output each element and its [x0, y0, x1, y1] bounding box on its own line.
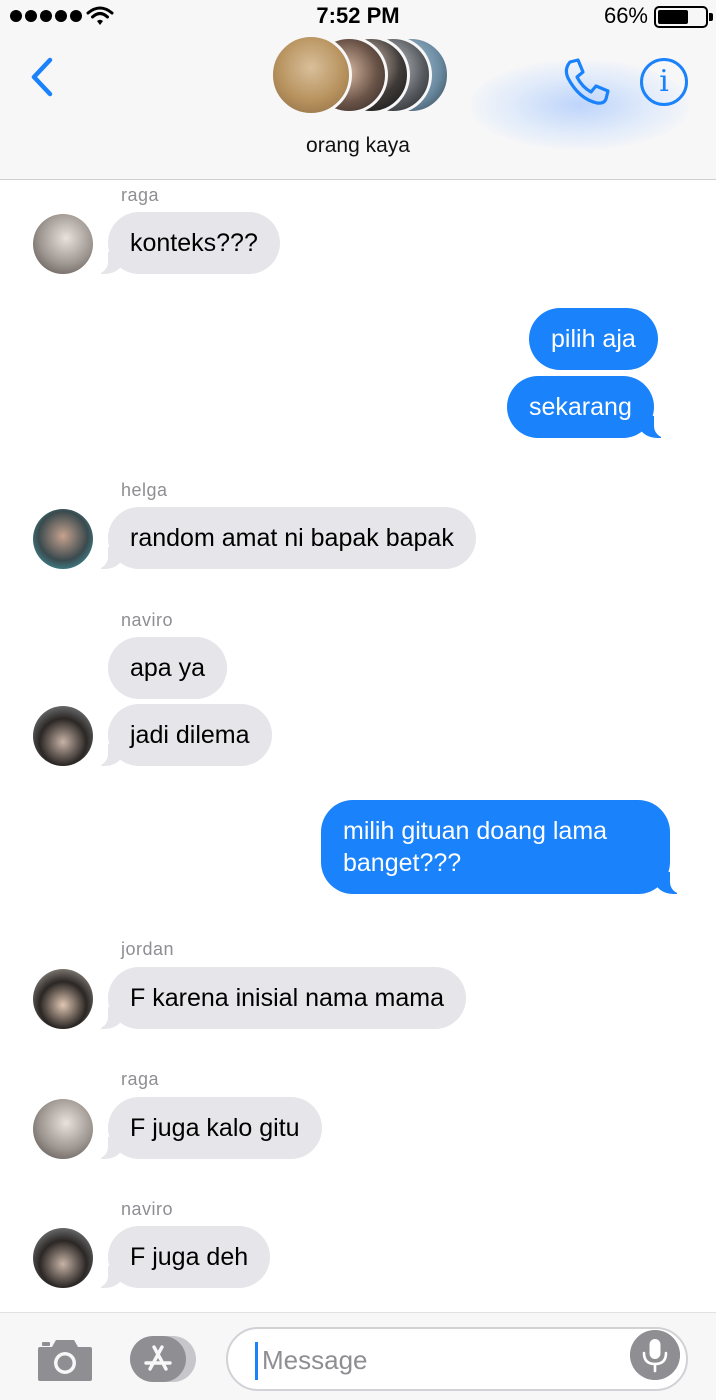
avatar[interactable] — [33, 509, 93, 569]
avatar[interactable] — [33, 706, 93, 766]
sender-name: jordan — [121, 939, 175, 959]
group-name[interactable]: orang kaya — [0, 134, 716, 158]
app-store-icon[interactable] — [130, 1335, 196, 1383]
incoming-message[interactable]: jadi dilema — [94, 704, 272, 766]
message-input[interactable]: Message — [226, 1327, 688, 1391]
microphone-icon[interactable] — [630, 1330, 680, 1380]
incoming-message[interactable]: random amat ni bapak bapak — [94, 507, 476, 569]
conversation-header: 7:52 PM 66% orang kaya i — [0, 0, 716, 180]
battery-icon — [654, 6, 713, 28]
text-cursor — [255, 1342, 258, 1380]
sender-name: naviro — [121, 1199, 174, 1219]
incoming-message[interactable]: F juga deh — [93, 1226, 271, 1288]
camera-icon[interactable] — [36, 1335, 94, 1383]
group-member-avatar — [270, 34, 352, 116]
incoming-message[interactable]: F juga kalo gitu — [94, 1097, 322, 1159]
incoming-message[interactable]: apa ya — [108, 637, 228, 699]
avatar[interactable] — [33, 214, 93, 274]
message-composer: Message — [0, 1312, 716, 1400]
battery-level — [658, 10, 689, 24]
avatar[interactable] — [33, 1099, 93, 1159]
message-placeholder: Message — [262, 1345, 368, 1375]
avatar[interactable] — [33, 969, 93, 1029]
status-bar: 7:52 PM 66% — [0, 0, 716, 34]
back-button[interactable] — [24, 52, 64, 102]
outgoing-message[interactable]: milih gituan doang lama banget??? — [321, 800, 684, 894]
info-icon[interactable]: i — [640, 58, 688, 106]
incoming-message[interactable]: F karena inisial nama mama — [93, 967, 467, 1029]
group-avatar-stack[interactable] — [270, 34, 450, 116]
outgoing-message[interactable]: sekarang — [507, 376, 668, 438]
incoming-message[interactable]: konteks??? — [94, 212, 280, 274]
phone-icon[interactable] — [560, 56, 612, 108]
battery-percent: 66% — [603, 3, 648, 28]
sender-name: raga — [121, 1069, 160, 1089]
avatar[interactable] — [33, 1228, 93, 1288]
sender-name: raga — [121, 185, 160, 205]
outgoing-message[interactable]: pilih aja — [529, 308, 658, 370]
sender-name: helga — [121, 480, 168, 500]
message-thread[interactable]: raga konteks??? pilih aja sekarang helga… — [0, 180, 716, 1312]
sender-name: naviro — [121, 610, 174, 630]
